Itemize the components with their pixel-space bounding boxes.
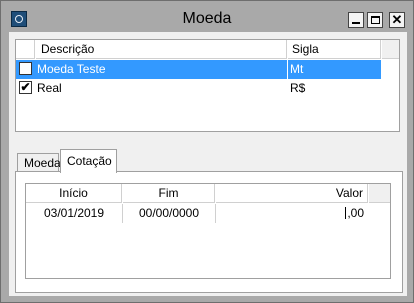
cell-valor-editor[interactable]: ,00: [216, 206, 368, 220]
checkmark-icon: ✔: [20, 80, 31, 94]
client-area: Descrição Sigla Moeda Teste Mt ✔ Real R$…: [9, 32, 407, 296]
cell-sigla[interactable]: R$: [288, 81, 381, 95]
close-icon: ✕: [391, 12, 403, 27]
grid-header-descricao[interactable]: Descrição: [36, 40, 287, 59]
table-row[interactable]: ✔ Real R$: [16, 79, 381, 98]
close-button[interactable]: ✕: [389, 12, 405, 28]
grid-header-filler: [382, 40, 399, 59]
cotacao-panel: Início Fim Valor 03/01/2019 00/00/0000 ,…: [15, 171, 403, 293]
title-bar[interactable]: Moeda ✕: [2, 2, 412, 31]
tab-moeda[interactable]: Moeda: [17, 153, 61, 172]
grid-header-filler: [369, 184, 390, 203]
row-checkbox[interactable]: ✔: [19, 81, 32, 94]
tab-cotacao[interactable]: Cotação: [60, 149, 117, 173]
grid-header-check[interactable]: [16, 40, 35, 59]
table-row[interactable]: 03/01/2019 00/00/0000 ,00: [26, 204, 369, 223]
minimize-icon: [352, 22, 360, 24]
cell-inicio[interactable]: 03/01/2019: [26, 206, 122, 220]
maximize-button[interactable]: [367, 12, 383, 28]
maximize-icon: [370, 16, 380, 24]
grid-header-fim[interactable]: Fim: [123, 184, 215, 203]
minimize-button[interactable]: [348, 12, 364, 28]
cell-valor: ,00: [347, 206, 364, 220]
table-row[interactable]: Moeda Teste Mt: [16, 60, 381, 79]
row-checkbox[interactable]: [19, 62, 32, 75]
cell-sigla[interactable]: Mt: [288, 62, 381, 76]
cell-fim[interactable]: 00/00/0000: [123, 206, 215, 220]
grid-header-valor[interactable]: Valor: [216, 184, 368, 203]
cell-descricao[interactable]: Moeda Teste: [36, 62, 287, 76]
cell-descricao[interactable]: Real: [36, 81, 287, 95]
grid-header-sigla[interactable]: Sigla: [288, 40, 381, 59]
grid-header-inicio[interactable]: Início: [26, 184, 122, 203]
moeda-window: Moeda ✕ Descrição Sigla Moeda Teste Mt ✔…: [0, 0, 414, 303]
currency-grid[interactable]: Descrição Sigla Moeda Teste Mt ✔ Real R$: [15, 39, 400, 132]
cotacao-grid[interactable]: Início Fim Valor 03/01/2019 00/00/0000 ,…: [25, 183, 391, 279]
